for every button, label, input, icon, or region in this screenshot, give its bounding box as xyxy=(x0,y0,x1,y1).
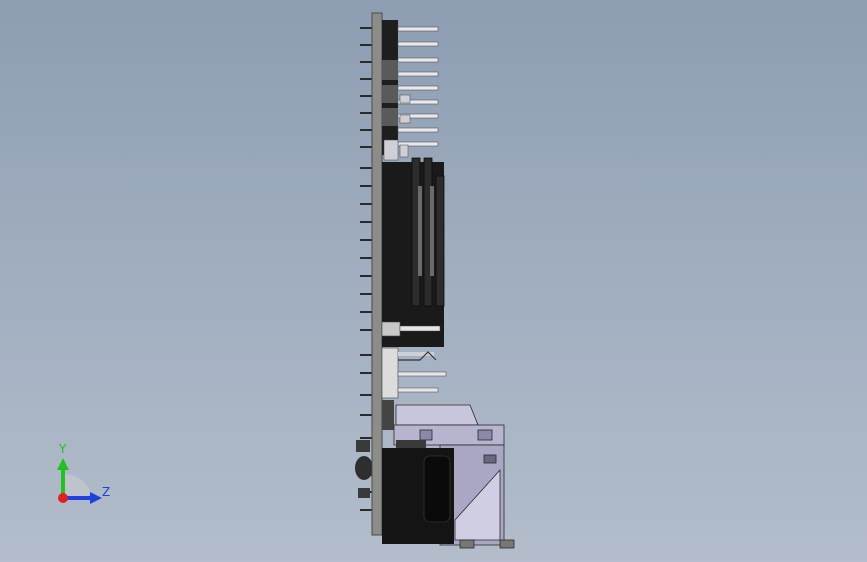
z-axis-label: Z xyxy=(102,485,111,499)
coordinate-triad xyxy=(57,458,102,504)
triad-quadrant xyxy=(63,473,92,498)
bottom-left-parts xyxy=(355,440,373,498)
solder-side-pins xyxy=(360,27,372,511)
pcb-board xyxy=(371,12,383,536)
y-axis-label: Y xyxy=(59,442,67,456)
x-axis-dot xyxy=(58,493,68,503)
bottom-power-block xyxy=(382,440,454,544)
main-module xyxy=(382,157,445,347)
cad-viewport[interactable]: Y Z xyxy=(0,0,867,562)
y-axis-arrowhead xyxy=(57,458,69,470)
pcb-assembly-model[interactable] xyxy=(0,0,867,562)
z-axis-arrowhead xyxy=(90,492,102,504)
header-pins xyxy=(397,26,439,147)
top-header-connector xyxy=(382,20,398,155)
